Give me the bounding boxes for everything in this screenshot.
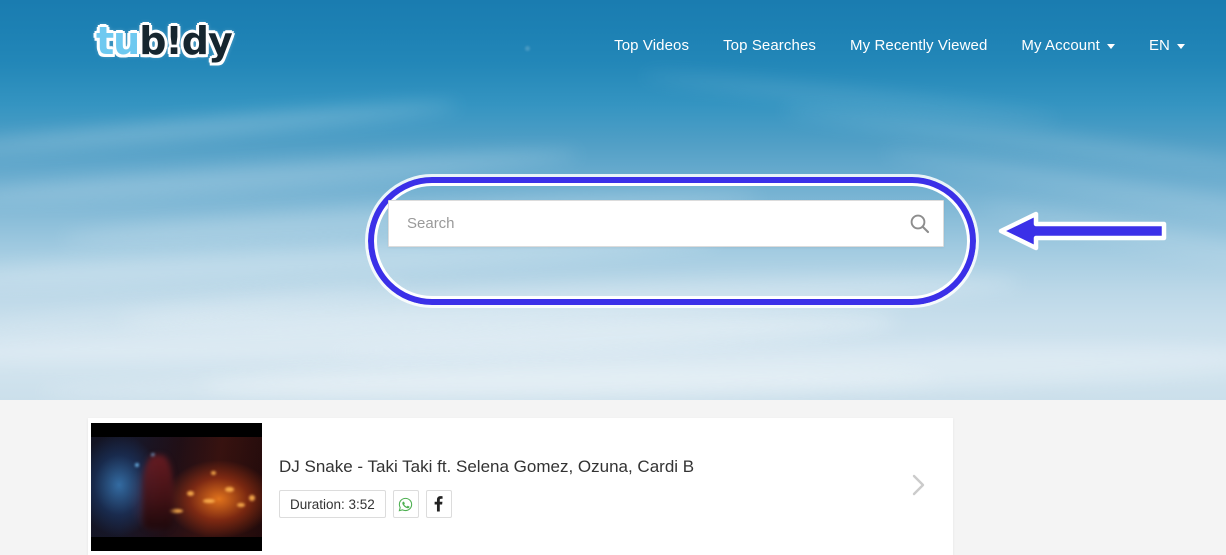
nav-item-my-account[interactable]: My Account <box>1004 33 1132 58</box>
nav-label: My Recently Viewed <box>849 37 988 54</box>
share-facebook-button[interactable] <box>425 490 452 519</box>
chevron-down-icon <box>1106 44 1115 49</box>
result-details: DJ Snake - Taki Taki ft. Selena Gomez, O… <box>262 418 883 519</box>
thumb-spark <box>237 503 245 507</box>
page-root: tub!dy Top Videos Top Searches My Recent… <box>0 0 1226 555</box>
nav-label: Top Videos <box>614 37 690 54</box>
nav-item-top-searches[interactable]: Top Searches <box>706 33 833 58</box>
search-input[interactable] <box>388 200 944 247</box>
thumb-spark <box>151 453 155 457</box>
list-item[interactable]: DJ Snake - Taki Taki ft. Selena Gomez, O… <box>88 418 953 555</box>
main-navigation: Top Videos Top Searches My Recently View… <box>597 33 1202 58</box>
cloud-streak <box>199 335 1226 400</box>
site-logo[interactable]: tub!dy <box>96 19 233 63</box>
thumb-spark <box>249 495 255 501</box>
nav-item-my-recently-viewed[interactable]: My Recently Viewed <box>833 33 1004 58</box>
chevron-right-icon <box>912 474 924 495</box>
thumb-spark <box>187 491 194 496</box>
chevron-down-icon <box>1177 44 1185 49</box>
cloud-streak <box>0 300 901 376</box>
cloud-streak <box>780 100 1226 178</box>
cloud-streak <box>0 276 410 342</box>
video-thumbnail[interactable] <box>91 423 262 551</box>
search-icon <box>910 214 929 234</box>
thumb-spark <box>135 463 139 467</box>
cloud-streak <box>0 97 460 159</box>
expand-result-button[interactable] <box>883 471 953 503</box>
search-bar <box>388 200 944 247</box>
nav-label: EN <box>1148 37 1170 54</box>
logo-text-primary: tu <box>96 19 140 63</box>
duration-badge: Duration: 3:52 <box>279 490 386 519</box>
results-section: DJ Snake - Taki Taki ft. Selena Gomez, O… <box>0 400 1226 555</box>
logo-text-secondary: b!dy <box>139 19 233 63</box>
cloud-streak <box>119 265 1021 339</box>
whatsapp-icon <box>398 497 413 511</box>
share-whatsapp-button[interactable] <box>392 490 419 519</box>
cloud-streak <box>981 193 1226 289</box>
cloud-streak <box>329 315 891 361</box>
thumb-spark <box>203 499 215 503</box>
video-actions: Duration: 3:52 <box>279 490 883 519</box>
nav-label: My Account <box>1021 37 1100 54</box>
thumb-spark <box>169 509 183 513</box>
thumb-spark <box>225 487 234 492</box>
thumb-spark <box>211 471 216 475</box>
cloud-streak <box>39 364 941 400</box>
site-header: tub!dy Top Videos Top Searches My Recent… <box>0 0 1226 88</box>
nav-label: Top Searches <box>723 37 816 54</box>
nav-item-top-videos[interactable]: Top Videos <box>597 33 706 58</box>
facebook-icon <box>434 496 443 512</box>
video-title[interactable]: DJ Snake - Taki Taki ft. Selena Gomez, O… <box>279 456 883 478</box>
thumbnail-image <box>91 437 262 537</box>
nav-item-language[interactable]: EN <box>1132 33 1202 58</box>
search-submit-button[interactable] <box>894 200 944 247</box>
cloud-streak <box>0 143 581 209</box>
